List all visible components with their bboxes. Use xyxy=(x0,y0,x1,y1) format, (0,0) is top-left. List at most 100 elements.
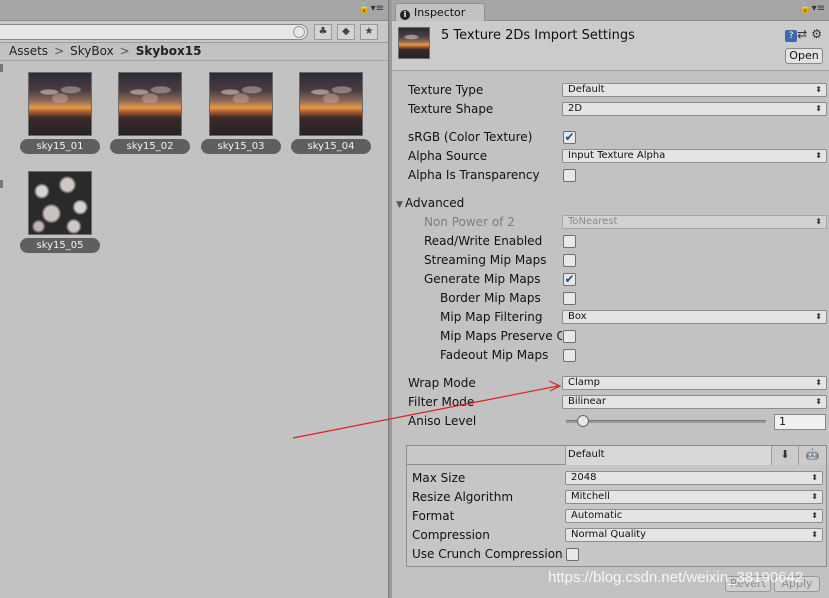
breadcrumb-current[interactable]: Skybox15 xyxy=(136,44,202,58)
format-dropdown[interactable]: Automatic ⬍ xyxy=(565,509,823,523)
srgb-label: sRGB (Color Texture) xyxy=(408,130,533,144)
breadcrumb-skybox[interactable]: SkyBox xyxy=(70,44,114,58)
border-mips-checkbox[interactable] xyxy=(563,292,576,305)
mip-preserve-label: Mip Maps Preserve Coverage xyxy=(440,329,562,343)
generate-mips-label: Generate Mip Maps xyxy=(424,272,541,286)
texture-thumbnail[interactable] xyxy=(299,72,363,136)
asset-label: sky15_02 xyxy=(110,139,190,154)
filter-mode-label: Filter Mode xyxy=(408,395,475,409)
npot-value: ToNearest xyxy=(568,216,618,227)
apply-button[interactable]: Apply xyxy=(774,576,820,592)
tab-inspector[interactable]: i Inspector xyxy=(395,3,485,22)
texture-thumbnail[interactable] xyxy=(28,72,92,136)
dropdown-arrow-icon: ⬍ xyxy=(815,85,822,94)
search-input[interactable] xyxy=(0,24,308,40)
texture-thumbnail[interactable] xyxy=(118,72,182,136)
asset-label: sky15_01 xyxy=(20,139,100,154)
dropdown-arrow-icon: ⬍ xyxy=(811,492,818,501)
splitter-marker xyxy=(0,64,3,72)
compression-dropdown[interactable]: Normal Quality ⬍ xyxy=(565,528,823,542)
aniso-slider-track[interactable] xyxy=(566,420,766,423)
texture-thumbnail[interactable] xyxy=(28,171,92,235)
favorites-star-button[interactable]: ★ xyxy=(360,24,378,40)
filter-mode-value: Bilinear xyxy=(568,396,606,407)
dropdown-arrow-icon: ⬍ xyxy=(815,104,822,113)
mip-filter-dropdown[interactable]: Box ⬍ xyxy=(562,310,827,324)
texture-type-label: Texture Type xyxy=(408,83,484,97)
max-size-label: Max Size xyxy=(412,471,466,485)
filter-mode-dropdown[interactable]: Bilinear ⬍ xyxy=(562,395,827,409)
breadcrumb: Assets > SkyBox > Skybox15 xyxy=(0,43,388,61)
revert-button[interactable]: Revert xyxy=(725,576,771,592)
resize-algorithm-value: Mitchell xyxy=(571,491,610,502)
alpha-source-label: Alpha Source xyxy=(408,149,488,163)
compression-value: Normal Quality xyxy=(571,529,647,540)
dropdown-arrow-icon: ⬍ xyxy=(815,397,822,406)
texture-type-dropdown[interactable]: Default ⬍ xyxy=(562,83,827,97)
open-button[interactable]: Open xyxy=(785,48,823,64)
crunch-compression-checkbox[interactable] xyxy=(566,548,579,561)
advanced-foldout[interactable]: ▼ Advanced xyxy=(396,196,464,210)
fadeout-mips-checkbox[interactable] xyxy=(563,349,576,362)
dropdown-arrow-icon: ⬍ xyxy=(815,312,822,321)
alpha-transparency-label: Alpha Is Transparency xyxy=(408,168,540,182)
help-icon[interactable]: ? xyxy=(785,30,798,42)
project-toolbar: ♣ ◆ ★ xyxy=(0,21,388,43)
generate-mips-checkbox[interactable]: ✔ xyxy=(563,273,576,286)
read-write-label: Read/Write Enabled xyxy=(424,234,543,248)
wrap-mode-value: Clamp xyxy=(568,377,600,388)
inspector-header: 5 Texture 2Ds Import Settings ? ⇄⚙ Open xyxy=(392,21,829,71)
read-write-checkbox[interactable] xyxy=(563,235,576,248)
texture-preview-icon xyxy=(398,27,430,59)
wrap-mode-label: Wrap Mode xyxy=(408,376,476,390)
texture-shape-dropdown[interactable]: 2D ⬍ xyxy=(562,102,827,116)
inspector-tab-bar: i Inspector 🔒▾≡ xyxy=(392,0,829,22)
search-cancel-icon[interactable] xyxy=(293,26,305,38)
format-value: Automatic xyxy=(571,510,623,521)
search-by-label-button[interactable]: ◆ xyxy=(337,24,355,40)
alpha-source-dropdown[interactable]: Input Texture Alpha ⬍ xyxy=(562,149,827,163)
npot-dropdown: ToNearest ⬍ xyxy=(562,215,827,229)
breadcrumb-separator: > xyxy=(119,44,130,58)
platform-settings: Default ⬇ 🤖 Max Size 2048 ⬍ Resize Algori… xyxy=(406,445,827,567)
breadcrumb-assets[interactable]: Assets xyxy=(9,44,48,58)
resize-algorithm-dropdown[interactable]: Mitchell ⬍ xyxy=(565,490,823,504)
aniso-slider-handle[interactable] xyxy=(577,415,590,427)
streaming-mips-label: Streaming Mip Maps xyxy=(424,253,547,267)
breadcrumb-separator: > xyxy=(54,44,65,58)
dropdown-arrow-icon: ⬍ xyxy=(811,473,818,482)
tab-default-platform[interactable]: Default xyxy=(565,446,771,465)
mip-filter-value: Box xyxy=(568,311,587,322)
wrap-mode-dropdown[interactable]: Clamp ⬍ xyxy=(562,376,827,390)
streaming-mips-checkbox[interactable] xyxy=(563,254,576,267)
texture-shape-label: Texture Shape xyxy=(408,102,494,116)
mip-preserve-checkbox[interactable] xyxy=(563,330,576,343)
preset-icon[interactable]: ⇄ xyxy=(797,27,811,41)
npot-label: Non Power of 2 xyxy=(424,215,515,229)
asset-label: sky15_04 xyxy=(291,139,371,154)
gear-icon[interactable]: ⚙ xyxy=(811,27,826,41)
max-size-dropdown[interactable]: 2048 ⬍ xyxy=(565,471,823,485)
resize-algorithm-label: Resize Algorithm xyxy=(412,490,514,504)
mip-filter-label: Mip Map Filtering xyxy=(440,310,543,324)
texture-thumbnail[interactable] xyxy=(209,72,273,136)
alpha-transparency-checkbox[interactable] xyxy=(563,169,576,182)
aniso-level-field[interactable]: 1 xyxy=(774,414,826,430)
asset-label: sky15_03 xyxy=(201,139,281,154)
panel-menu-icon[interactable]: 🔒▾≡ xyxy=(358,3,384,14)
advanced-label: Advanced xyxy=(405,196,465,210)
header-icons: ? ⇄⚙ xyxy=(785,27,826,42)
android-icon[interactable]: 🤖 xyxy=(798,446,826,465)
panel-menu-icon[interactable]: 🔒▾≡ xyxy=(799,3,825,14)
srgb-checkbox[interactable]: ✔ xyxy=(563,131,576,144)
dropdown-arrow-icon: ⬍ xyxy=(815,378,822,387)
search-by-type-button[interactable]: ♣ xyxy=(314,24,332,40)
texture-shape-value: 2D xyxy=(568,103,583,114)
compression-label: Compression xyxy=(412,528,490,542)
texture-type-value: Default xyxy=(568,84,605,95)
alpha-source-value: Input Texture Alpha xyxy=(568,150,666,161)
download-icon[interactable]: ⬇ xyxy=(771,446,798,465)
max-size-value: 2048 xyxy=(571,472,597,483)
crunch-compression-label: Use Crunch Compression xyxy=(412,547,563,561)
project-panel: 🔒▾≡ ♣ ◆ ★ Assets > SkyBox > Skybox15 sky15_0… xyxy=(0,0,388,598)
